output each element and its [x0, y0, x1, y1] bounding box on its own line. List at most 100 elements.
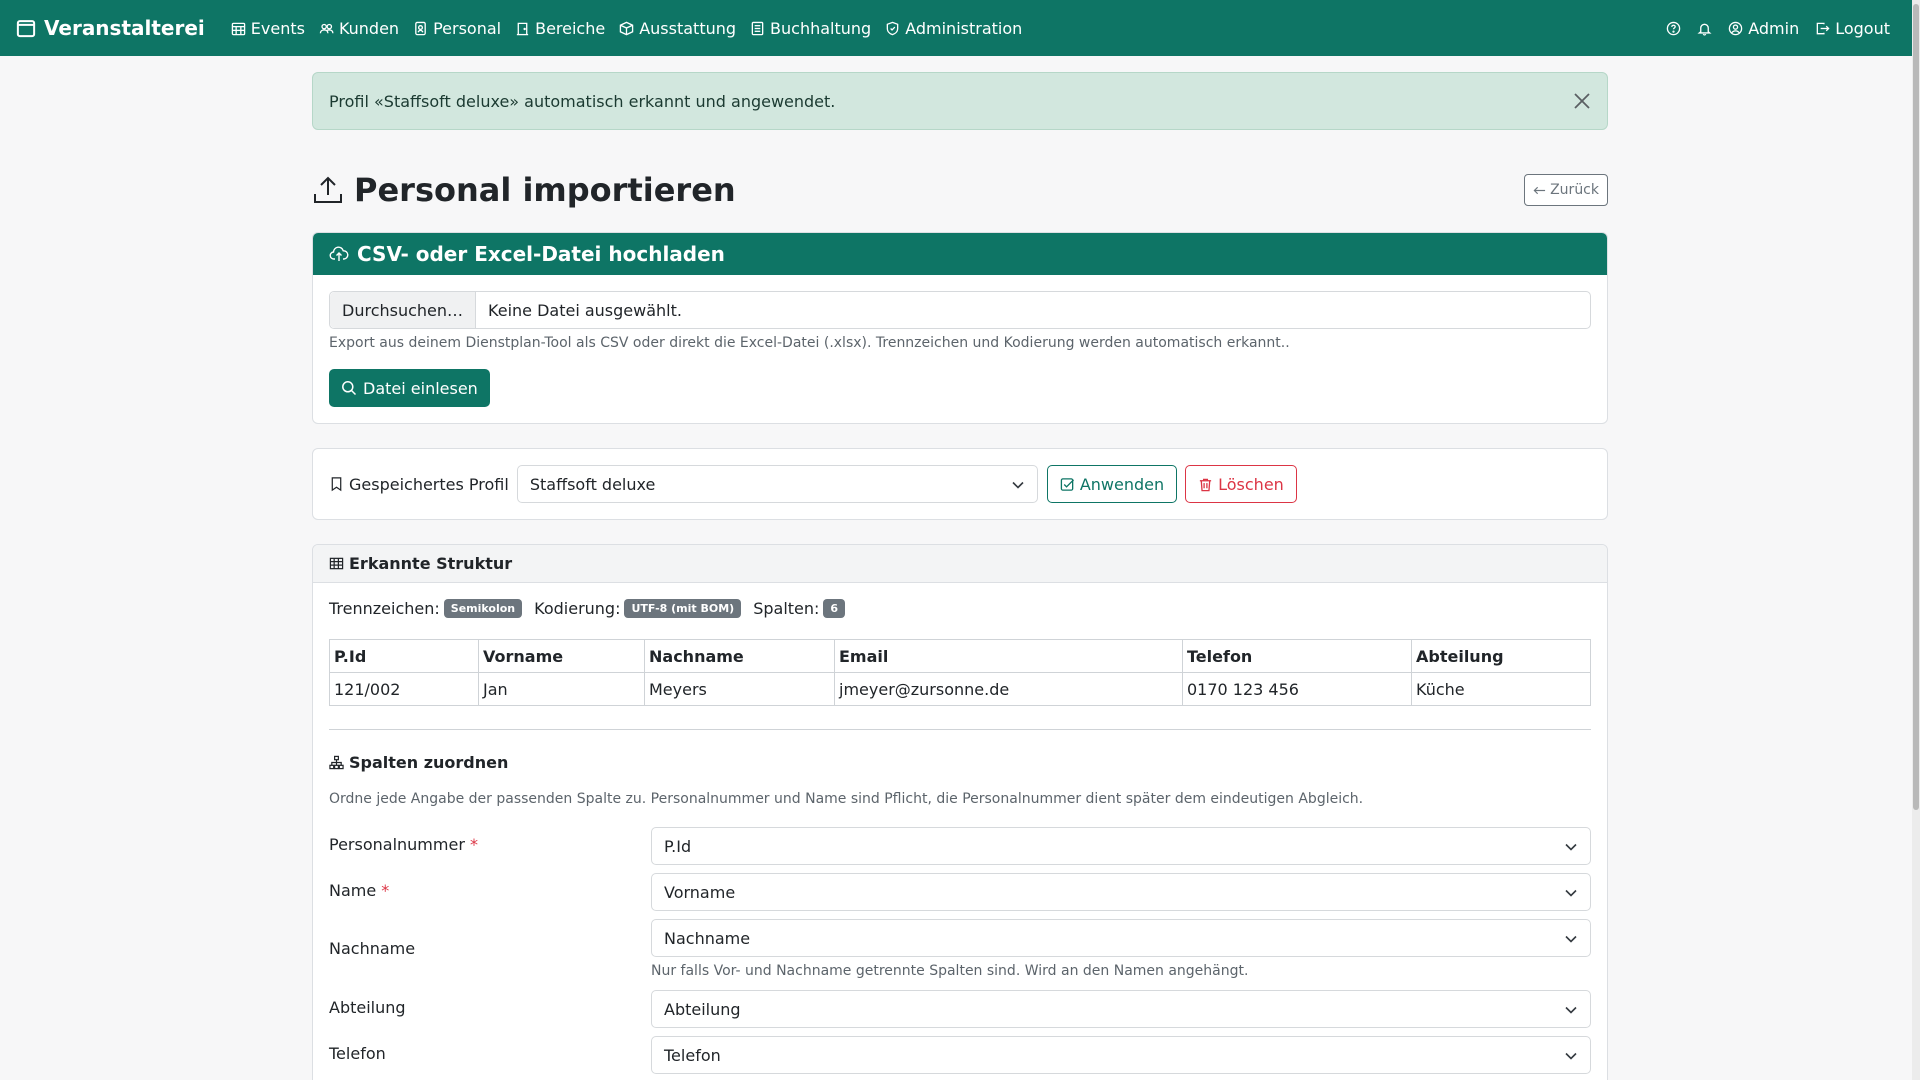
chevron-down-icon: [1565, 843, 1577, 851]
required-marker: *: [469, 835, 478, 854]
user-circle-icon: [1728, 21, 1743, 35]
encoding-label: Kodierung:: [534, 599, 621, 618]
notifications-button[interactable]: [1697, 21, 1712, 36]
table-cell: jmeyer@zursonne.de: [834, 672, 1183, 706]
apply-button[interactable]: Anwenden: [1046, 465, 1178, 503]
user-menu[interactable]: Admin: [1728, 19, 1799, 38]
cloud-upload-icon: [329, 246, 349, 261]
select-value: Abteilung: [664, 999, 741, 1019]
structure-card-header: Erkannte Struktur: [313, 545, 1607, 583]
nav-buchhaltung[interactable]: Buchhaltung: [750, 19, 871, 38]
profile-label-text: Gespeichertes Profil: [349, 474, 509, 494]
scrollbar-thumb[interactable]: [1913, 4, 1919, 810]
close-icon[interactable]: [1571, 90, 1593, 112]
personalnummer-select[interactable]: P.Id: [651, 827, 1591, 865]
name-select[interactable]: Vorname: [651, 873, 1591, 911]
nav-kunden[interactable]: Kunden: [319, 19, 399, 38]
mapping-title-text: Spalten zuordnen: [349, 753, 509, 772]
vertical-scrollbar[interactable]: [1912, 0, 1920, 1080]
table-cell: Meyers: [644, 672, 835, 706]
separator-badge: Semikolon: [443, 599, 523, 618]
columns-label: Spalten:: [753, 599, 820, 618]
alert-text: Profil «Staffsoft deluxe» automatisch er…: [329, 91, 836, 111]
nav-ausstattung[interactable]: Ausstattung: [619, 19, 736, 38]
encoding-badge: UTF-8 (mit BOM): [624, 599, 742, 618]
field-label: Name *: [329, 881, 389, 900]
telefon-select[interactable]: Telefon: [651, 1036, 1591, 1074]
mapping-title: Spalten zuordnen: [329, 753, 508, 772]
file-status: Keine Datei ausgewählt.: [488, 300, 682, 320]
preview-table: P.Id Vorname Nachname Email Telefon Abte…: [329, 639, 1591, 706]
columns-badge: 6: [823, 599, 846, 618]
logout-link[interactable]: Logout: [1815, 19, 1890, 38]
back-button[interactable]: Zurück: [1524, 174, 1608, 206]
column-header: P.Id: [329, 639, 479, 673]
delete-button[interactable]: Löschen: [1185, 465, 1297, 503]
nav-personal[interactable]: Personal: [413, 19, 501, 38]
field-label: Personalnummer *: [329, 835, 478, 854]
file-input[interactable]: Durchsuchen… Keine Datei ausgewählt.: [329, 291, 1591, 329]
box-icon: [619, 21, 634, 35]
column-header: Email: [834, 639, 1183, 673]
chevron-down-icon: [1565, 1052, 1577, 1060]
back-label: Zurück: [1550, 182, 1599, 198]
nav-administration[interactable]: Administration: [885, 19, 1022, 38]
user-name: Admin: [1748, 18, 1800, 38]
logout-icon: [1816, 22, 1830, 34]
field-label: Nachname: [329, 939, 416, 958]
nav-ausstattung-label: Ausstattung: [639, 18, 737, 38]
upload-icon: [314, 176, 342, 203]
brand[interactable]: Veranstalterei: [16, 16, 205, 40]
read-file-label: Datei einlesen: [363, 378, 478, 398]
profile-label: Gespeichertes Profil: [329, 475, 509, 494]
bell-icon: [1697, 23, 1712, 36]
nav-administration-label: Administration: [905, 18, 1023, 38]
table-header-row: P.Id Vorname Nachname Email Telefon Abte…: [329, 639, 1591, 673]
badge-icon: [415, 21, 426, 35]
table-cell: Jan: [478, 672, 645, 706]
structure-card: Erkannte Struktur Trennzeichen: Semikolo…: [312, 544, 1608, 1080]
brand-name: Veranstalterei: [44, 16, 205, 40]
sitemap-icon: [329, 755, 344, 770]
nav-kunden-label: Kunden: [338, 18, 400, 38]
chevron-down-icon: [1012, 481, 1024, 489]
nav-bereiche[interactable]: Bereiche: [515, 19, 605, 38]
search-icon: [342, 381, 357, 396]
page-title: Personal importieren: [354, 171, 736, 209]
read-file-button[interactable]: Datei einlesen: [329, 369, 490, 407]
mapping-help-text: Ordne jede Angabe der passenden Spalte z…: [329, 791, 1364, 807]
structure-meta: Trennzeichen: Semikolon Kodierung: UTF-8…: [329, 599, 857, 618]
nav-right: Admin Logout: [1666, 19, 1890, 38]
profile-select-value: Staffsoft deluxe: [529, 474, 656, 494]
column-header: Telefon: [1182, 639, 1412, 673]
upload-card: CSV- oder Excel-Datei hochladen Durchsuc…: [312, 232, 1608, 424]
table-icon: [329, 557, 344, 570]
chevron-down-icon: [1565, 935, 1577, 943]
select-value: P.Id: [664, 836, 692, 856]
browse-button[interactable]: Durchsuchen…: [330, 292, 477, 328]
structure-title: Erkannte Struktur: [349, 554, 513, 573]
people-icon: [319, 23, 334, 33]
profile-select[interactable]: Staffsoft deluxe: [516, 465, 1038, 503]
field-label: Abteilung: [329, 998, 406, 1017]
apply-label: Anwenden: [1079, 474, 1165, 494]
nav-buchhaltung-label: Buchhaltung: [770, 18, 872, 38]
nav-events[interactable]: Events: [231, 19, 305, 38]
separator-label: Trennzeichen:: [329, 599, 440, 618]
column-header: Nachname: [644, 639, 835, 673]
arrow-left-icon: [1533, 186, 1546, 194]
chevron-down-icon: [1565, 1006, 1577, 1014]
table-cell: 0170 123 456: [1182, 672, 1412, 706]
help-icon: [1666, 21, 1681, 35]
help-button[interactable]: [1666, 21, 1681, 36]
upload-card-title: CSV- oder Excel-Datei hochladen: [357, 242, 725, 266]
logout-label: Logout: [1835, 18, 1890, 38]
abteilung-select[interactable]: Abteilung: [651, 990, 1591, 1028]
nav-events-label: Events: [250, 18, 305, 38]
nachname-select[interactable]: Nachname: [651, 919, 1591, 957]
profile-card: Gespeichertes Profil Staffsoft deluxe An…: [312, 448, 1608, 520]
main-nav: Events Kunden Personal Bereiche Ausstatt…: [231, 19, 1037, 38]
table-row: 121/002 Jan Meyers jmeyer@zursonne.de 01…: [329, 672, 1591, 706]
field-label-text: Personalnummer: [329, 835, 465, 854]
select-value: Vorname: [664, 882, 736, 902]
